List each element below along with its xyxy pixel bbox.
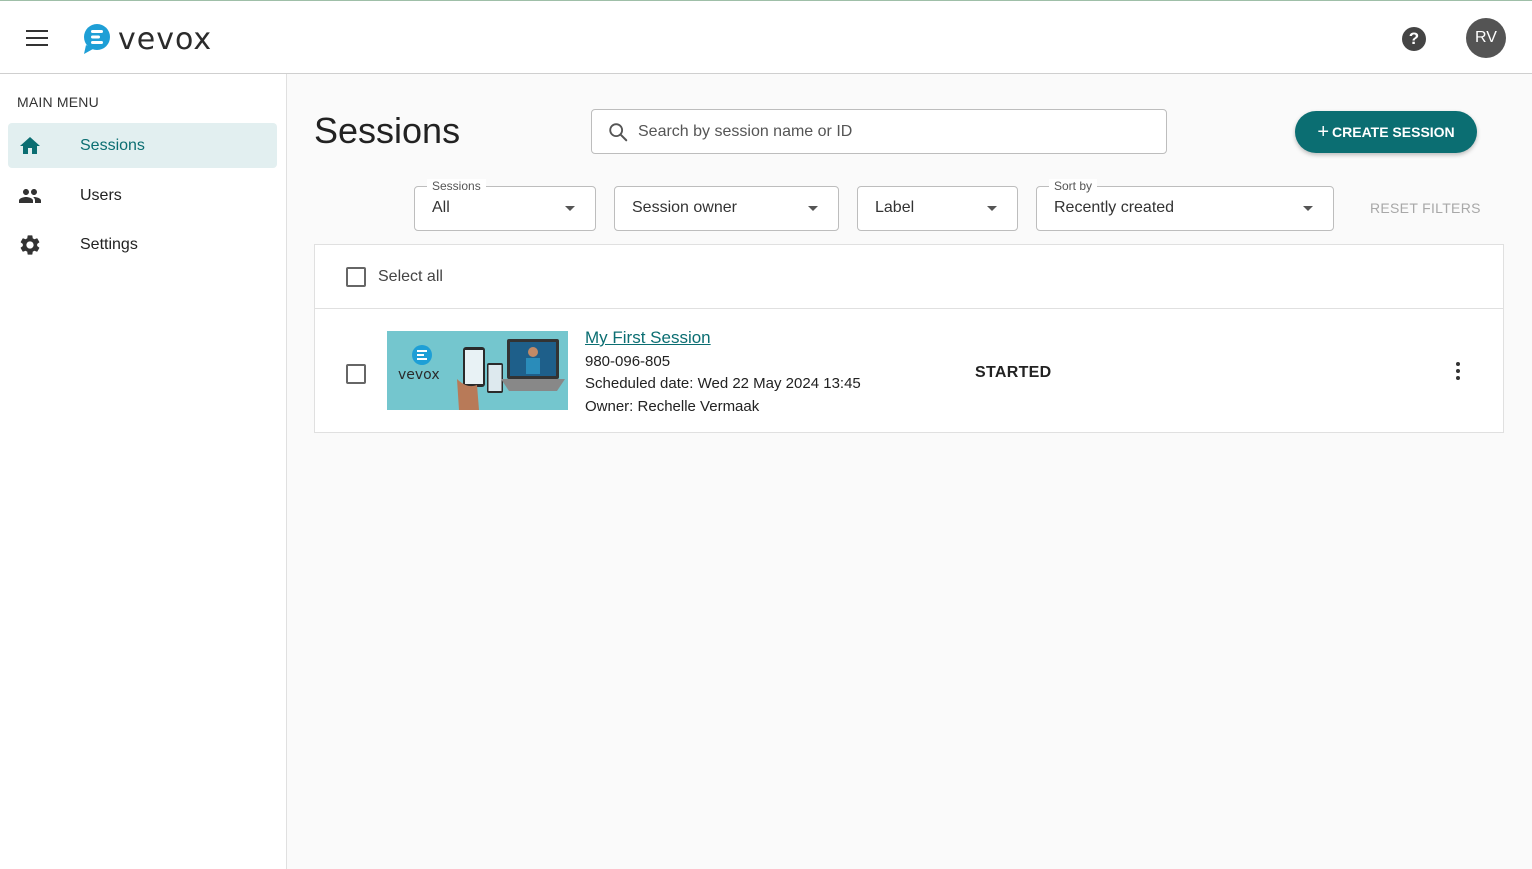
session-thumbnail[interactable]: vevox <box>387 331 568 410</box>
more-options-icon[interactable] <box>1451 362 1465 384</box>
session-owner-select[interactable]: Session owner <box>614 186 839 231</box>
user-avatar[interactable]: RV <box>1466 18 1506 58</box>
sidebar-item-label: Users <box>80 186 122 204</box>
page-title: Sessions <box>314 110 461 151</box>
search-box[interactable] <box>591 109 1167 154</box>
session-row[interactable]: vevox My First Session 980-096-805 Sched… <box>315 310 1503 433</box>
search-input[interactable] <box>638 120 1148 144</box>
chevron-down-icon <box>987 206 997 211</box>
label-filter-value: Label <box>875 199 915 216</box>
session-checkbox[interactable] <box>346 364 366 384</box>
hamburger-menu-icon[interactable] <box>26 30 48 46</box>
sidebar-item-users[interactable]: Users <box>8 173 277 218</box>
reset-filters-button[interactable]: RESET FILTERS <box>1370 200 1481 216</box>
chevron-down-icon <box>565 206 575 211</box>
main-menu-heading: MAIN MENU <box>17 94 99 110</box>
vevox-logo-icon <box>84 24 110 54</box>
label-filter-select[interactable]: Label <box>857 186 1018 231</box>
vevox-logo[interactable]: vevox <box>82 21 213 57</box>
session-id: 980-096-805 <box>585 353 671 370</box>
plus-icon: + <box>1317 121 1330 143</box>
help-icon[interactable]: ? <box>1402 27 1426 51</box>
select-all-label[interactable]: Select all <box>378 268 443 286</box>
session-status: STARTED <box>975 364 1052 381</box>
people-icon <box>19 189 41 203</box>
sidebar: MAIN MENU Sessions Users Settings <box>0 74 287 869</box>
sort-by-legend: Sort by <box>1049 179 1098 193</box>
home-icon <box>20 137 40 154</box>
sidebar-item-label: Sessions <box>80 136 145 154</box>
sidebar-item-label: Settings <box>80 235 138 253</box>
sort-by-select[interactable]: Sort by Recently created <box>1036 179 1334 231</box>
create-session-label: CREATE SESSION <box>1332 124 1455 140</box>
search-icon <box>609 123 628 142</box>
select-all-row: Select all <box>315 245 1503 309</box>
sessions-filter-select[interactable]: Sessions All <box>414 179 596 231</box>
top-bar: vevox ? RV <box>0 0 1532 74</box>
select-all-checkbox[interactable] <box>346 267 366 287</box>
sidebar-item-settings[interactable]: Settings <box>8 222 277 267</box>
sessions-filter-legend: Sessions <box>427 179 486 193</box>
sessions-filter-value: All <box>432 199 450 216</box>
sidebar-item-sessions[interactable]: Sessions <box>8 123 277 168</box>
session-title-link[interactable]: My First Session <box>585 328 711 348</box>
logo-wordmark: vevox <box>118 21 213 57</box>
session-owner: Owner: Rechelle Vermaak <box>585 398 760 415</box>
session-scheduled-date: Scheduled date: Wed 22 May 2024 13:45 <box>585 375 861 392</box>
chevron-down-icon <box>808 206 818 211</box>
gear-icon <box>20 235 40 255</box>
chevron-down-icon <box>1303 206 1313 211</box>
thumbnail-brand-text: vevox <box>398 367 440 383</box>
session-list: Select all vevox My First Session 980-09… <box>314 244 1504 433</box>
create-session-button[interactable]: + CREATE SESSION <box>1295 111 1477 153</box>
sort-by-value: Recently created <box>1054 199 1175 216</box>
session-owner-value: Session owner <box>632 199 737 216</box>
